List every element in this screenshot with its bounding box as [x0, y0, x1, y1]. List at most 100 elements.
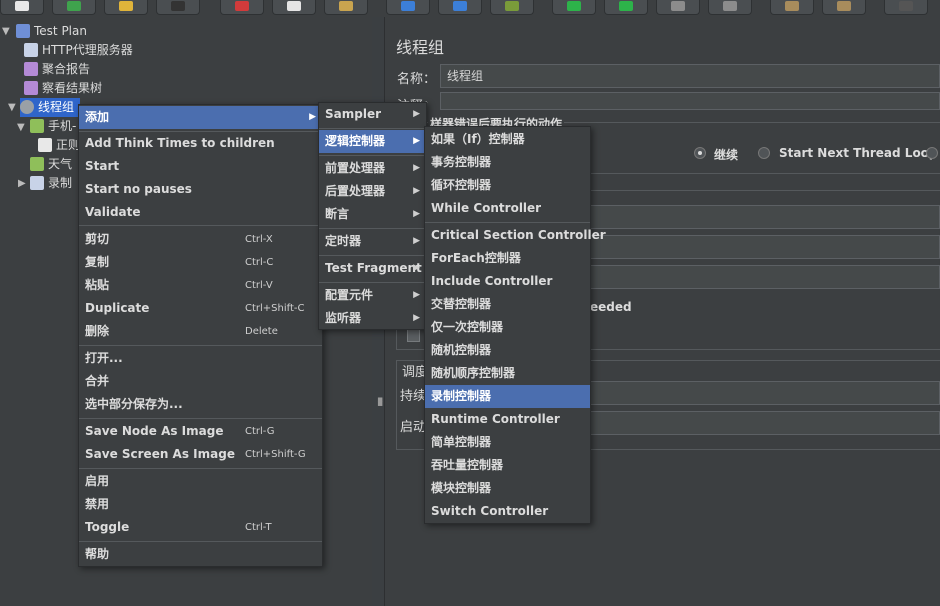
menu-item-disable[interactable]: 禁用	[79, 493, 322, 516]
menu-item-help[interactable]: 帮助	[79, 543, 322, 566]
save-icon[interactable]	[156, 0, 200, 15]
menu-item-interleave-controller[interactable]: 交替控制器	[425, 293, 590, 316]
menu-item-save-selection[interactable]: 选中部分保存为...	[79, 393, 322, 416]
expand-icon[interactable]	[386, 0, 430, 15]
menu-item-validate[interactable]: Validate	[79, 201, 322, 224]
menu-item-module-controller[interactable]: 模块控制器	[425, 477, 590, 500]
menu-item-test-fragment[interactable]: Test Fragment ▶	[319, 257, 426, 280]
menu-item-copy[interactable]: 复制 Ctrl-C	[79, 251, 322, 274]
expand-arrow-icon[interactable]: ▼	[2, 26, 10, 37]
menu-item-random-controller[interactable]: 随机控制器	[425, 339, 590, 362]
menu-item-start[interactable]: Start	[79, 155, 322, 178]
menu-item-open[interactable]: 打开...	[79, 347, 322, 370]
name-field[interactable]: 线程组	[440, 64, 940, 88]
expand-arrow-icon[interactable]: ▼	[8, 102, 16, 113]
tree-item-test-plan[interactable]: Test Plan	[16, 22, 87, 41]
menu-item-switch-controller[interactable]: Switch Controller	[425, 500, 590, 523]
tree-item-sampler[interactable]: 手机-	[30, 117, 76, 136]
start-no-pauses-icon[interactable]	[604, 0, 648, 15]
extractor-icon	[38, 138, 52, 152]
collapse-arrow-icon[interactable]: ▶	[18, 178, 26, 189]
menu-item-recording-controller[interactable]: 录制控制器	[425, 385, 590, 408]
paste-icon[interactable]	[324, 0, 368, 15]
menu-item-runtime-controller[interactable]: Runtime Controller	[425, 408, 590, 431]
results-tree-icon	[24, 81, 38, 95]
continue-radio-label: 继续	[714, 148, 739, 162]
tree-item-aggregate-report[interactable]: 聚合报告	[24, 60, 90, 79]
menu-item-pre-processor[interactable]: 前置处理器 ▶	[319, 157, 426, 180]
menu-item-timer[interactable]: 定时器 ▶	[319, 230, 426, 253]
menu-item-post-processor[interactable]: 后置处理器 ▶	[319, 180, 426, 203]
menu-item-while-controller[interactable]: While Controller	[425, 197, 590, 220]
menu-item-sampler[interactable]: Sampler ▶	[319, 103, 426, 126]
startup-delay-field[interactable]	[590, 411, 940, 435]
new-icon[interactable]	[0, 0, 44, 15]
collapse-icon[interactable]	[438, 0, 482, 15]
page-title: 线程组	[396, 38, 445, 57]
menu-item-save-node-image[interactable]: Save Node As Image Ctrl-G	[79, 420, 322, 443]
menu-item-transaction-controller[interactable]: 事务控制器	[425, 151, 590, 174]
menu-item-include-controller[interactable]: Include Controller	[425, 270, 590, 293]
menu-item-loop-controller[interactable]: 循环控制器	[425, 174, 590, 197]
tree-item-http-proxy[interactable]: HTTP代理服务器	[24, 41, 133, 60]
menu-item-if-controller[interactable]: 如果（If）控制器	[425, 128, 590, 151]
open-icon[interactable]	[104, 0, 148, 15]
tree-item-label: 录制	[48, 176, 73, 190]
tree-item-recording-controller[interactable]: 录制	[30, 174, 72, 193]
menu-item-random-order-controller[interactable]: 随机顺序控制器	[425, 362, 590, 385]
next-loop-radio[interactable]	[758, 147, 770, 159]
menu-item-config-element[interactable]: 配置元件 ▶	[319, 284, 426, 307]
toolbar	[0, 0, 940, 17]
menu-item-once-only-controller[interactable]: 仅一次控制器	[425, 316, 590, 339]
tree-item-label: 正则	[56, 138, 81, 152]
clear-all-icon[interactable]	[822, 0, 866, 15]
expand-arrow-icon[interactable]: ▼	[17, 122, 25, 133]
divider-grip-icon[interactable]: ▪ ▪	[377, 396, 383, 409]
menu-item-delete[interactable]: 删除 Delete	[79, 320, 322, 343]
start-icon[interactable]	[552, 0, 596, 15]
delay-thread-label: eeded	[590, 300, 632, 314]
menu-item-start-no-pauses[interactable]: Start no pauses	[79, 178, 322, 201]
menu-item-throughput-controller[interactable]: 吞吐量控制器	[425, 454, 590, 477]
menu-item-critical-section-controller[interactable]: Critical Section Controller	[425, 224, 606, 247]
tree-item-extractor[interactable]: 正则	[38, 136, 80, 155]
tree-item-label: 手机-	[48, 119, 77, 133]
duration-field[interactable]	[590, 381, 940, 405]
controller-icon	[30, 176, 44, 190]
menu-item-logic-controller[interactable]: 逻辑控制器 ▶	[319, 130, 426, 153]
menu-item-simple-controller[interactable]: 简单控制器	[425, 431, 590, 454]
scheduler-checkbox[interactable]	[407, 329, 420, 342]
menu-item-save-screen-image[interactable]: Save Screen As Image Ctrl+Shift-G	[79, 443, 322, 466]
proxy-icon	[24, 43, 38, 57]
menu-item-assertion[interactable]: 断言 ▶	[319, 203, 426, 226]
search-icon[interactable]	[884, 0, 928, 15]
menu-item-duplicate[interactable]: Duplicate Ctrl+Shift-C	[79, 297, 322, 320]
menu-item-listener[interactable]: 监听器 ▶	[319, 307, 426, 330]
tree-item-sampler[interactable]: 天气	[30, 155, 72, 174]
continue-radio[interactable]	[694, 147, 706, 159]
comment-field[interactable]	[440, 92, 940, 110]
thread-count-field[interactable]	[590, 205, 940, 229]
ramp-up-field[interactable]	[590, 235, 940, 259]
next-loop-radio-label: Start Next Thread Loop	[779, 146, 938, 160]
cut-icon[interactable]	[220, 0, 264, 15]
stop-thread-radio[interactable]	[926, 147, 938, 159]
shutdown-icon[interactable]	[708, 0, 752, 15]
templates-icon[interactable]	[52, 0, 96, 15]
menu-item-cut[interactable]: 剪切 Ctrl-X	[79, 228, 322, 251]
menu-item-paste[interactable]: 粘贴 Ctrl-V	[79, 274, 322, 297]
menu-item-enable[interactable]: 启用	[79, 470, 322, 493]
tree-item-label: 察看结果树	[42, 81, 103, 95]
menu-item-add-think-times[interactable]: Add Think Times to children	[79, 132, 322, 155]
loop-count-field[interactable]	[590, 265, 940, 289]
toggle-icon[interactable]	[490, 0, 534, 15]
menu-item-foreach-controller[interactable]: ForEach控制器	[425, 247, 590, 270]
copy-icon[interactable]	[272, 0, 316, 15]
tree-item-results-tree[interactable]: 察看结果树	[24, 79, 102, 98]
tree-item-thread-group[interactable]: 线程组	[20, 98, 80, 117]
stop-icon[interactable]	[656, 0, 700, 15]
menu-item-merge[interactable]: 合并	[79, 370, 322, 393]
clear-icon[interactable]	[770, 0, 814, 15]
menu-item-add[interactable]: 添加 ▶	[79, 106, 322, 129]
menu-item-toggle[interactable]: Toggle Ctrl-T	[79, 516, 322, 539]
